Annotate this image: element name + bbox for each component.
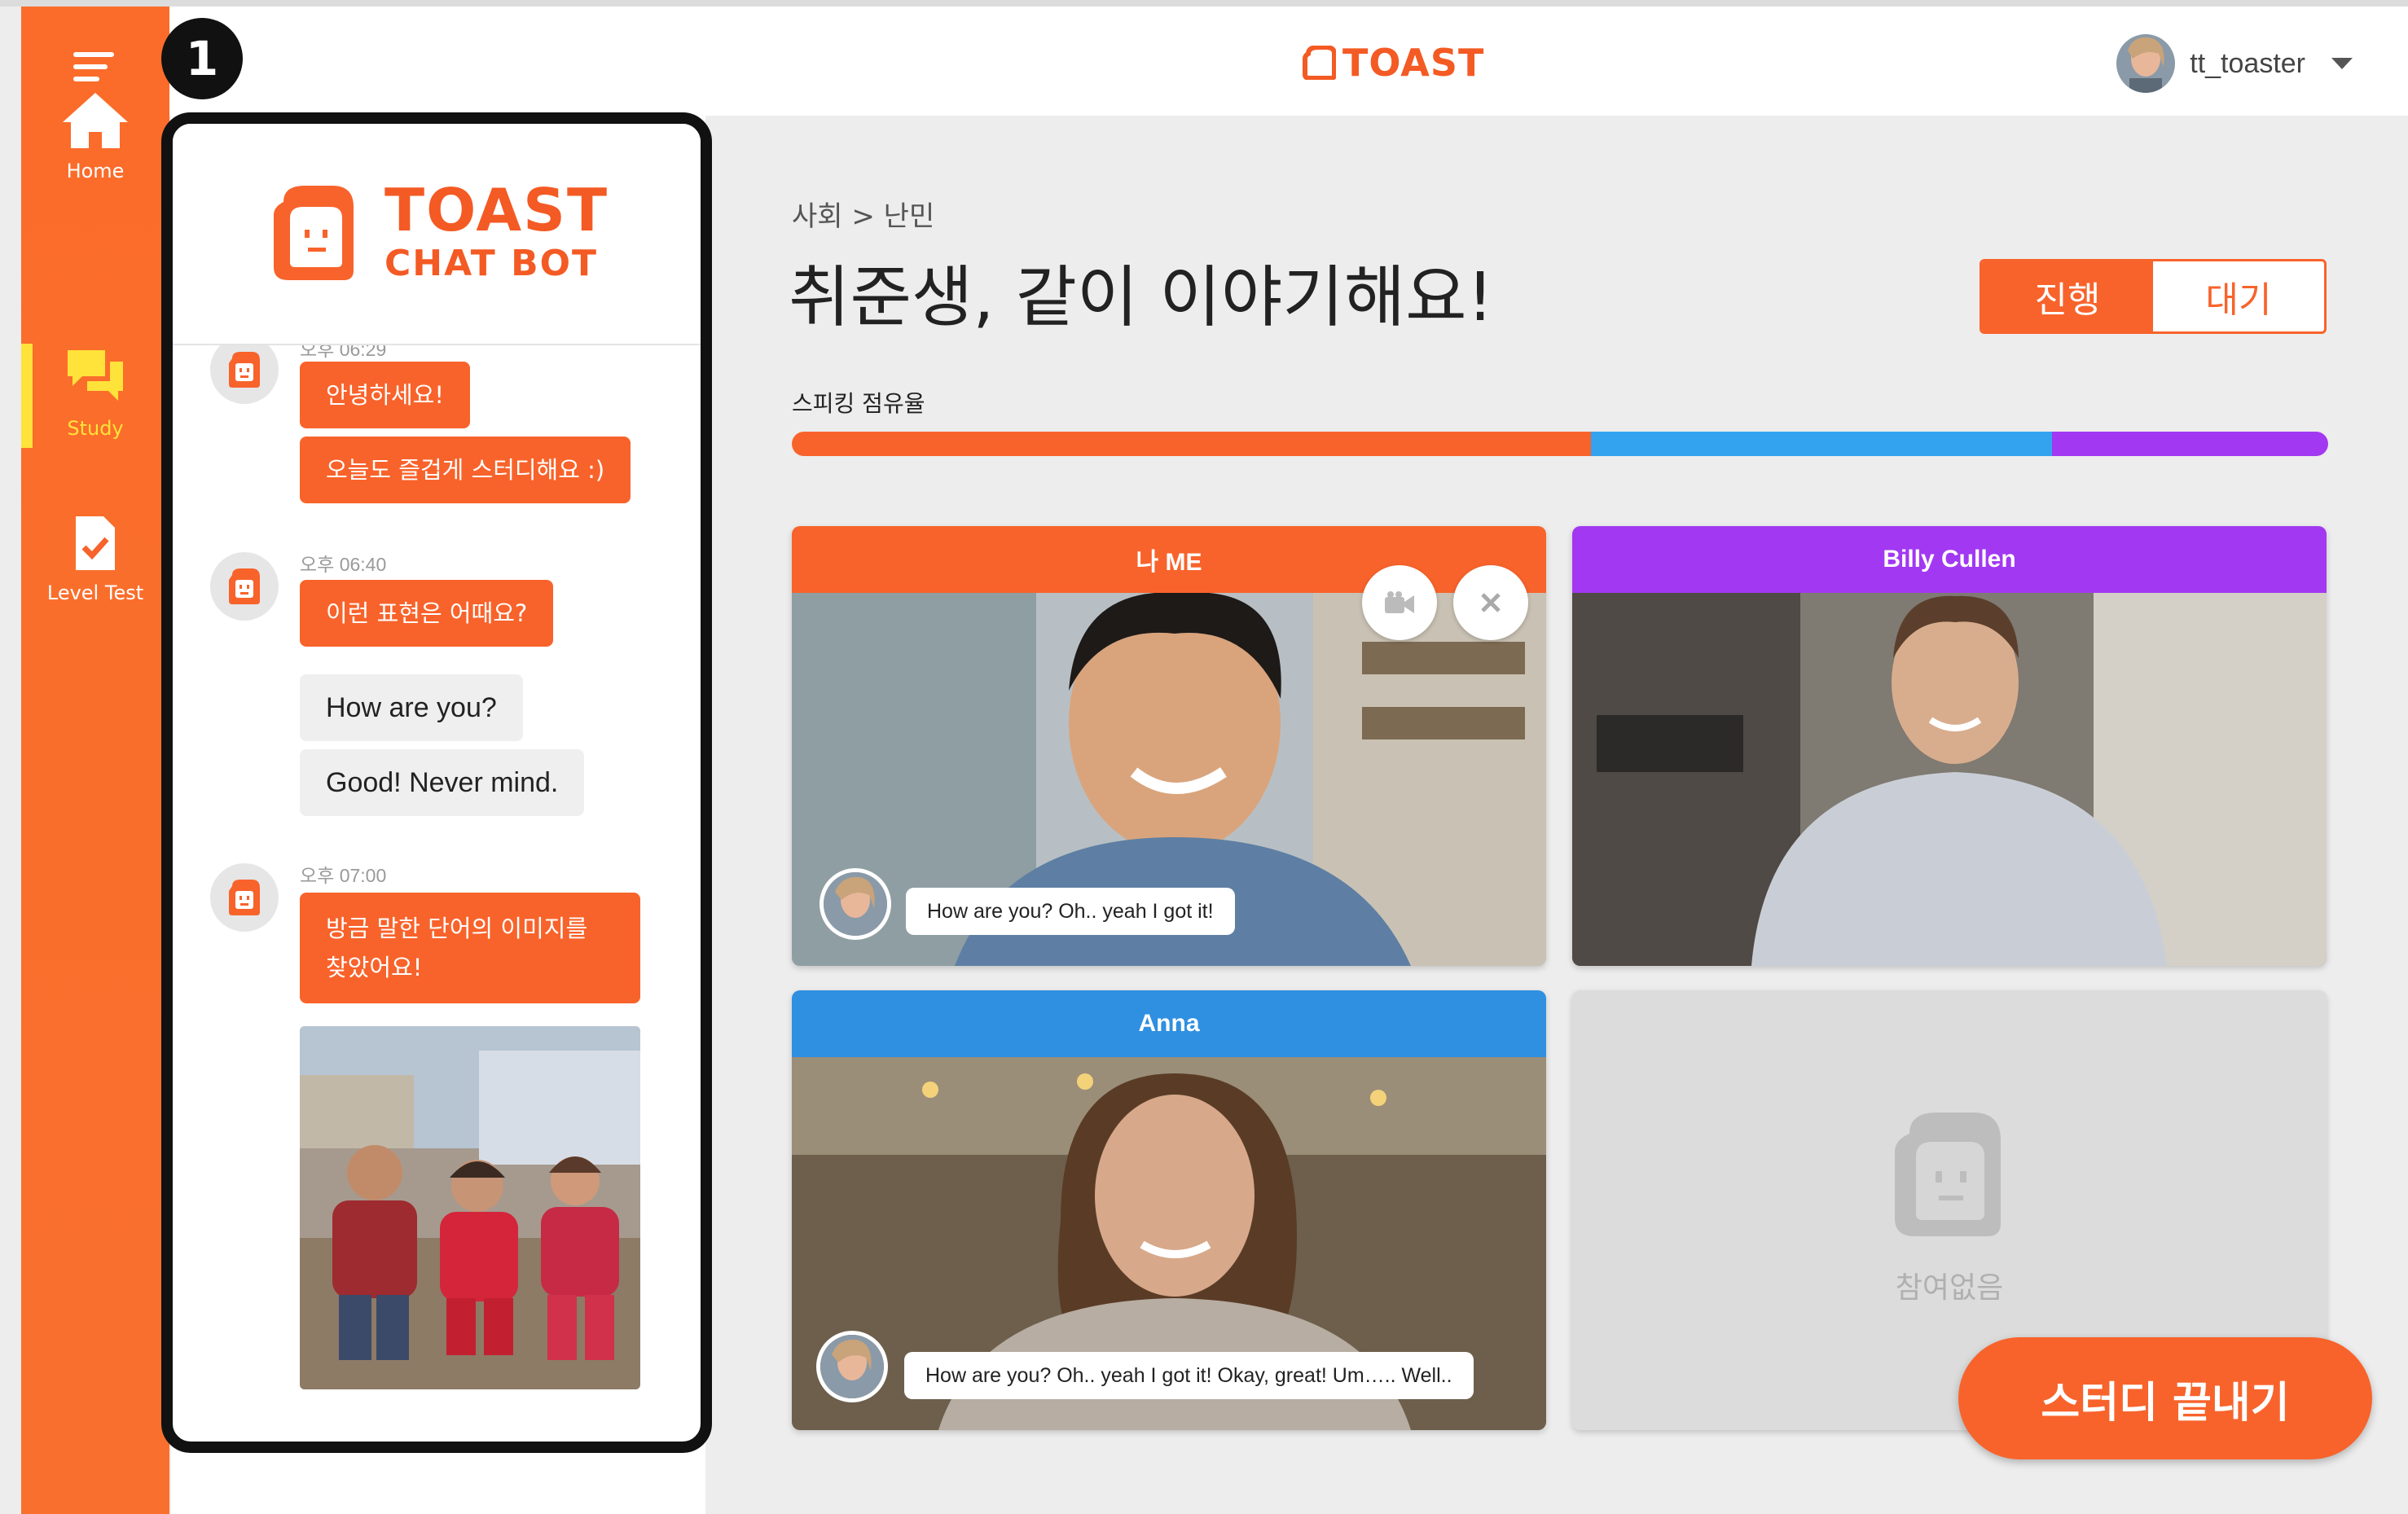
status-toggle[interactable]: 진행 대기 bbox=[1980, 259, 2327, 334]
message-time: 오후 06:40 bbox=[300, 554, 387, 575]
participant-name-bar: Anna bbox=[792, 990, 1546, 1057]
speech-caption: How are you? Oh.. yeah I got it! bbox=[906, 888, 1235, 935]
menu-icon[interactable] bbox=[73, 52, 114, 88]
bot-avatar bbox=[210, 552, 279, 621]
participant-name: Billy Cullen bbox=[1883, 546, 2016, 573]
chatbot-panel: TOAST CHAT BOT 오후 06:29 안녕하세요! 오늘도 즐겁게 스… bbox=[161, 112, 712, 1453]
speaking-share-segment bbox=[792, 432, 1591, 456]
sidebar-item-study[interactable]: Study bbox=[21, 347, 169, 440]
video-tile-billy-cullen[interactable]: Billy Cullen bbox=[1572, 526, 2327, 966]
username: tt_toaster bbox=[2190, 47, 2305, 79]
sidebar-item-label: Study bbox=[67, 417, 124, 440]
chatbot-logo-icon bbox=[274, 186, 354, 280]
top-header: TOAST tt_toaster bbox=[169, 7, 2408, 116]
sidebar-item-label: Home bbox=[66, 160, 125, 182]
bot-message: 안녕하세요! bbox=[300, 362, 471, 428]
checklist-doc-icon bbox=[76, 516, 115, 570]
participant-name-bar: 나 ME bbox=[792, 526, 1546, 593]
user-avatar bbox=[2116, 34, 2176, 93]
chatbot-header: TOAST CHAT BOT bbox=[173, 124, 701, 345]
video-tile-anna[interactable]: Anna How are you? Oh.. yeah I got it! Ok… bbox=[792, 990, 1546, 1430]
chatbot-title: TOAST CHAT BOT bbox=[384, 178, 609, 285]
message-time: 오후 06:29 bbox=[300, 345, 387, 360]
empty-slot-icon bbox=[1895, 1112, 2001, 1236]
chat-messages: 오후 06:29 안녕하세요! 오늘도 즐겁게 스터디해요 :) 오후 06:4… bbox=[173, 345, 701, 1442]
participant-name: 나 ME bbox=[1136, 549, 1202, 576]
sidebar: Home Study Level Test bbox=[21, 7, 169, 1514]
breadcrumb: 사회 > 난민 bbox=[792, 200, 935, 233]
speaking-share-segment bbox=[1590, 432, 2052, 456]
page-title: 취준생, 같이 이야기해요! bbox=[789, 259, 1494, 336]
speaking-share-segment bbox=[2051, 432, 2328, 456]
sidebar-item-home[interactable]: Home bbox=[21, 91, 169, 182]
annotation-marker: 1 bbox=[161, 18, 243, 99]
refugee-children-image[interactable] bbox=[300, 1026, 640, 1389]
user-message: How are you? bbox=[300, 674, 523, 741]
chevron-down-icon[interactable] bbox=[2331, 58, 2353, 69]
sidebar-item-label: Level Test bbox=[46, 581, 144, 604]
chatbot-title-line1: TOAST bbox=[384, 176, 609, 244]
camera-toggle-button[interactable] bbox=[1362, 565, 1437, 640]
participant-name: Anna bbox=[1138, 1010, 1200, 1037]
participant-avatar bbox=[820, 868, 891, 940]
logo-text: TOAST bbox=[1342, 41, 1485, 85]
toast-logo[interactable]: TOAST bbox=[1302, 41, 1484, 85]
user-message: Good! Never mind. bbox=[300, 749, 585, 816]
toggle-in-progress[interactable]: 진행 bbox=[1982, 261, 2153, 331]
speaking-share-label: 스피킹 점유율 bbox=[792, 390, 925, 417]
bot-message: 방금 말한 단어의 이미지를 찾았어요! bbox=[300, 893, 640, 1003]
video-tile-me[interactable]: 나 ME How are you? Oh.. yeah I got it! bbox=[792, 526, 1546, 966]
toast-logo-icon bbox=[1303, 46, 1336, 80]
message-time: 오후 07:00 bbox=[300, 865, 387, 886]
empty-slot-label: 참여없음 bbox=[1895, 1271, 2004, 1305]
chat-bubbles-icon bbox=[68, 350, 123, 401]
home-icon bbox=[63, 93, 128, 148]
top-border bbox=[0, 0, 2408, 7]
toggle-waiting[interactable]: 대기 bbox=[2153, 261, 2324, 331]
video-feed bbox=[1572, 593, 2327, 966]
bot-icon bbox=[229, 568, 260, 604]
bot-avatar bbox=[210, 345, 279, 404]
user-menu[interactable]: tt_toaster bbox=[2116, 34, 2353, 93]
video-camera-icon bbox=[1385, 591, 1414, 613]
bot-message: 이런 표현은 어때요? bbox=[300, 580, 554, 647]
end-study-button[interactable]: 스터디 끝내기 bbox=[1958, 1337, 2372, 1459]
bot-icon bbox=[229, 352, 260, 388]
bot-avatar bbox=[210, 863, 279, 932]
sidebar-item-level-test[interactable]: Level Test bbox=[21, 515, 169, 604]
speaking-share-bar bbox=[792, 432, 2328, 456]
bot-message: 오늘도 즐겁게 스터디해요 :) bbox=[300, 437, 631, 503]
participant-name-bar: Billy Cullen bbox=[1572, 526, 2327, 593]
bot-icon bbox=[229, 880, 260, 915]
close-video-button[interactable] bbox=[1453, 565, 1528, 640]
speech-caption: How are you? Oh.. yeah I got it! Okay, g… bbox=[904, 1352, 1474, 1399]
close-icon bbox=[1481, 593, 1501, 612]
participant-avatar bbox=[816, 1331, 888, 1402]
chatbot-title-line2: CHAT BOT bbox=[384, 243, 599, 284]
